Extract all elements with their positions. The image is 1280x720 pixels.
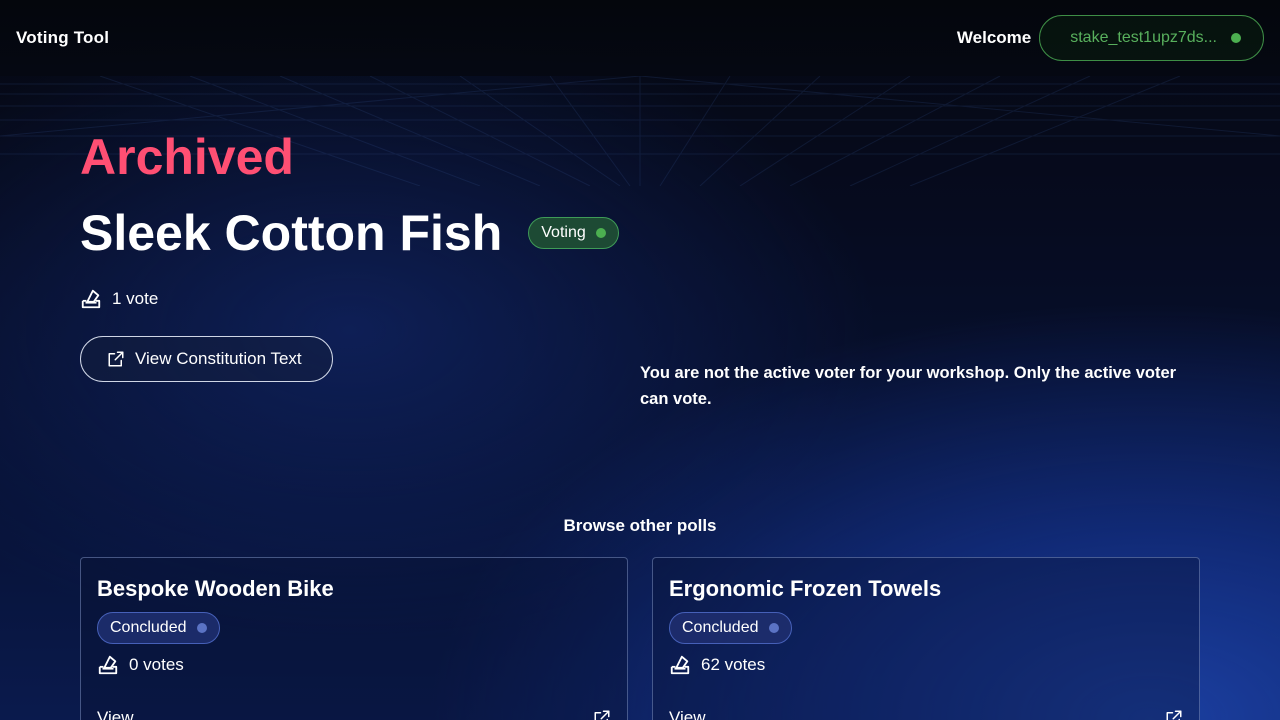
poll-card-status-badge: Concluded <box>669 612 792 644</box>
external-link-icon[interactable] <box>593 709 611 720</box>
external-link-icon[interactable] <box>1165 709 1183 720</box>
poll-card[interactable]: Bespoke Wooden Bike Concluded 0 votes Vi… <box>80 557 628 720</box>
ballot-box-icon <box>670 655 690 675</box>
poll-status-heading: Archived <box>80 129 294 185</box>
poll-status-badge: Voting <box>528 217 619 249</box>
vote-count-label: 62 votes <box>701 655 766 674</box>
status-dot-icon <box>196 623 207 633</box>
poll-card-status-badge: Concluded <box>97 612 220 644</box>
vote-count-label: 1 vote <box>112 289 159 308</box>
poll-cards: Bespoke Wooden Bike Concluded 0 votes Vi… <box>80 557 1200 720</box>
poll-card-votes: 0 votes <box>97 654 611 676</box>
poll-vote-count: 1 vote <box>80 288 158 310</box>
poll-title: Sleek Cotton Fish <box>80 205 503 261</box>
header-user-area: Welcome stake_test1upz7ds... <box>957 15 1264 61</box>
poll-title-row: Sleek Cotton Fish Voting <box>80 204 619 262</box>
poll-card-votes: 62 votes <box>669 654 1183 676</box>
status-dot-icon <box>595 228 606 238</box>
ballot-box-icon <box>81 289 101 309</box>
badge-label: Voting <box>541 224 586 241</box>
view-poll-link[interactable]: View <box>669 708 706 720</box>
top-bar: Voting Tool Welcome stake_test1upz7ds... <box>0 0 1280 76</box>
constitution-button-label: View Constitution Text <box>135 349 302 368</box>
poll-card-title: Ergonomic Frozen Towels <box>669 576 942 601</box>
vote-count-label: 0 votes <box>129 655 184 674</box>
welcome-text: Welcome <box>956 28 1032 47</box>
connected-status-icon <box>1231 33 1241 43</box>
view-constitution-button[interactable]: View Constitution Text <box>80 336 333 382</box>
poll-card-footer: View <box>669 708 1183 720</box>
wallet-button[interactable]: stake_test1upz7ds... <box>1039 15 1264 61</box>
badge-label: Concluded <box>110 619 187 636</box>
app-brand[interactable]: Voting Tool <box>16 28 109 48</box>
ballot-box-icon <box>98 655 118 675</box>
poll-card-footer: View <box>97 708 611 720</box>
poll-card[interactable]: Ergonomic Frozen Towels Concluded 62 vot… <box>652 557 1200 720</box>
browse-polls-heading: Browse other polls <box>563 516 717 535</box>
external-link-icon <box>108 351 124 367</box>
status-dot-icon <box>768 623 779 633</box>
poll-card-title: Bespoke Wooden Bike <box>97 576 334 601</box>
badge-label: Concluded <box>682 619 759 636</box>
inactive-voter-notice: You are not the active voter for your wo… <box>640 364 1177 408</box>
view-poll-link[interactable]: View <box>97 708 134 720</box>
wallet-address: stake_test1upz7ds... <box>1070 29 1217 46</box>
